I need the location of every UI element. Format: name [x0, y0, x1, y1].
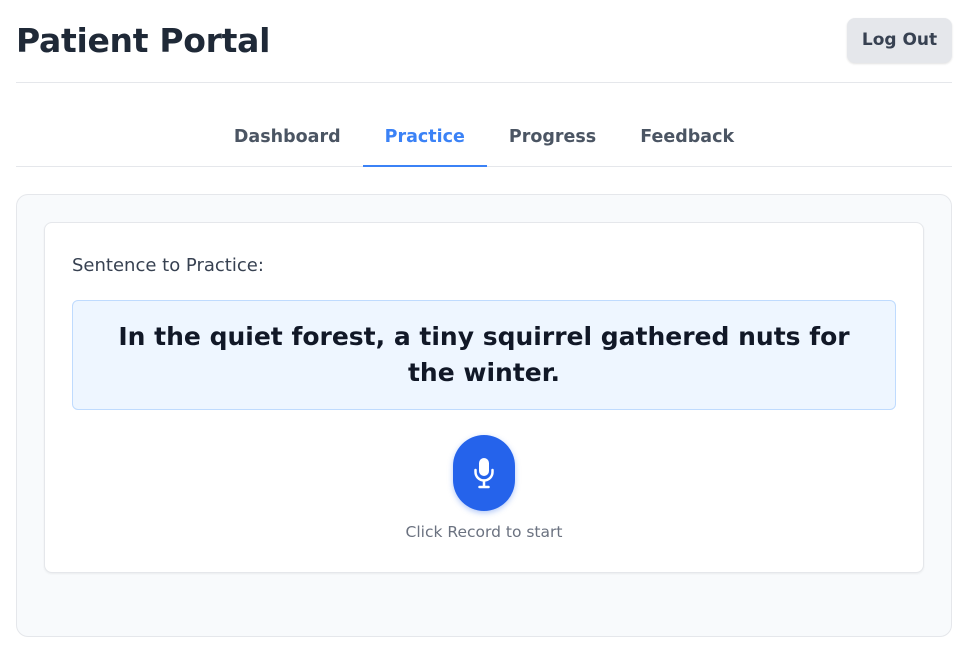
record-status-text: Click Record to start	[405, 523, 563, 541]
tab-dashboard[interactable]: Dashboard	[212, 109, 363, 167]
record-button[interactable]	[453, 435, 515, 511]
sentence-box: In the quiet forest, a tiny squirrel gat…	[72, 300, 896, 410]
practice-card: Sentence to Practice: In the quiet fores…	[44, 222, 924, 573]
logout-button[interactable]: Log Out	[847, 17, 952, 63]
microphone-icon	[474, 458, 494, 489]
tab-feedback[interactable]: Feedback	[618, 109, 756, 167]
tab-progress[interactable]: Progress	[487, 109, 618, 167]
app-title: Patient Portal	[16, 20, 271, 60]
practice-sentence: In the quiet forest, a tiny squirrel gat…	[118, 322, 850, 387]
tab-bar: Dashboard Practice Progress Feedback	[16, 83, 952, 167]
tab-practice[interactable]: Practice	[362, 109, 487, 167]
header: Patient Portal Log Out	[16, 0, 952, 83]
patient-portal-page: Patient Portal Log Out Dashboard Practic…	[0, 0, 972, 653]
sentence-label: Sentence to Practice:	[72, 255, 264, 276]
practice-panel: Sentence to Practice: In the quiet fores…	[16, 194, 952, 637]
